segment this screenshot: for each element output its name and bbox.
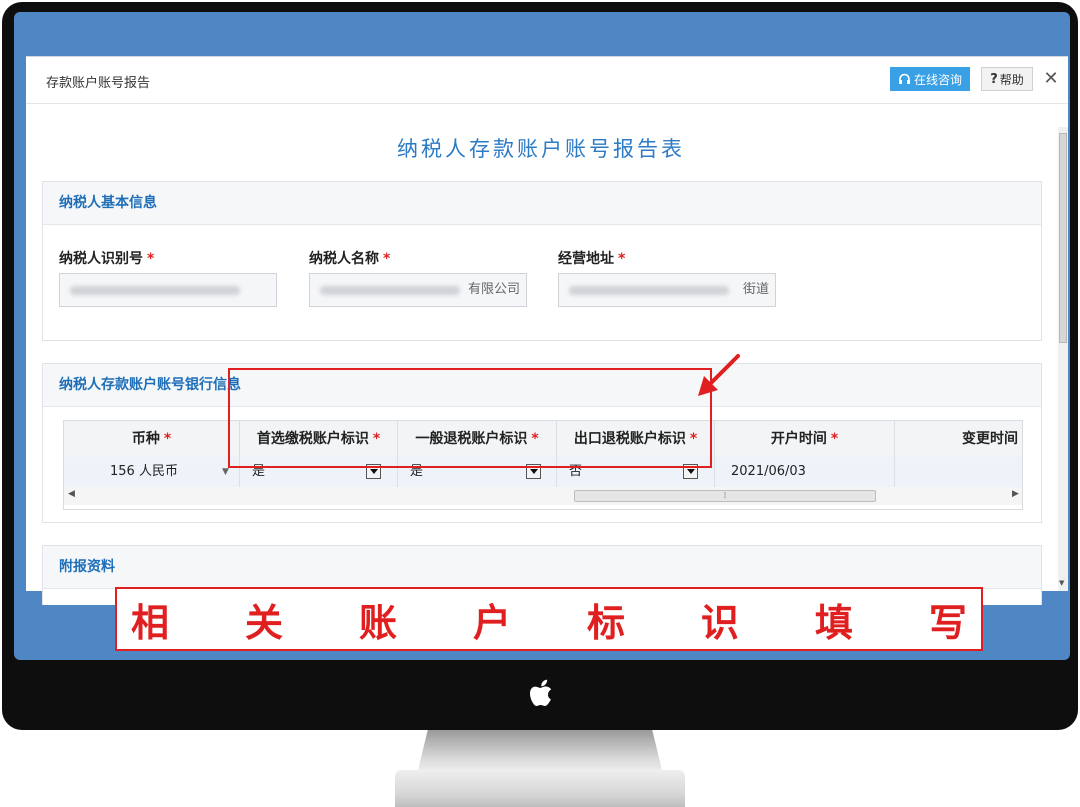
headset-icon — [898, 73, 910, 84]
caption-char: 识 — [700, 599, 739, 645]
scroll-down-icon[interactable]: ▼ — [1059, 579, 1064, 587]
scrollbar-thumb[interactable] — [1059, 133, 1067, 343]
column-header-open-date: 开户时间 * — [715, 421, 895, 457]
basic-info-header: 纳税人基本信息 — [43, 182, 1041, 225]
change-date-field[interactable] — [895, 457, 1022, 487]
screen: 存款账户账号报告 在线咨询 ? 帮助 ✕ 纳税人存款账户账号报告表 纳税人基本信… — [14, 12, 1070, 660]
horizontal-scrollbar[interactable]: ◀ ⁞ ▶ — [64, 487, 1022, 505]
open-date-field[interactable]: 2021/06/03 — [715, 457, 895, 487]
report-dialog: 存款账户账号报告 在线咨询 ? 帮助 ✕ 纳税人存款账户账号报告表 纳税人基本信… — [26, 56, 1068, 605]
caption-char: 账 — [358, 599, 397, 645]
column-header-change-date: 变更时间 — [962, 431, 1018, 447]
business-address-field[interactable]: 街道 — [558, 273, 776, 307]
attachments-header: 附报资料 — [43, 546, 1041, 589]
taxpayer-name-field[interactable]: 有限公司 — [309, 273, 527, 307]
taxpayer-id-field[interactable] — [59, 273, 277, 307]
caption-char: 填 — [814, 599, 853, 645]
monitor-frame: 存款账户账号报告 在线咨询 ? 帮助 ✕ 纳税人存款账户账号报告表 纳税人基本信… — [2, 2, 1078, 730]
column-header-currency: 币种 * — [64, 421, 240, 457]
caption-char: 关 — [244, 599, 283, 645]
question-icon: ? — [990, 71, 998, 87]
taxpayer-id-label: 纳税人识别号 * — [59, 251, 155, 267]
caption-char: 标 — [586, 599, 625, 645]
monitor-stand-base — [395, 770, 685, 807]
redacted-value — [70, 286, 240, 295]
business-address-label: 经营地址 * — [558, 251, 626, 267]
online-consult-label: 在线咨询 — [913, 72, 962, 87]
highlight-box — [228, 368, 712, 468]
report-title: 纳税人存款账户账号报告表 — [397, 137, 685, 161]
online-consult-button[interactable]: 在线咨询 — [890, 67, 970, 91]
caption-banner: 相 关 账 户 标 识 填 写 — [115, 587, 983, 651]
scroll-right-icon[interactable]: ▶ — [1012, 489, 1019, 499]
caption-char: 户 — [472, 599, 511, 645]
annotation-arrow-icon — [698, 354, 740, 396]
dialog-title: 存款账户账号报告 — [46, 76, 151, 91]
scrollbar-thumb[interactable]: ⁞ — [574, 490, 876, 502]
taxpayer-name-label: 纳税人名称 * — [309, 251, 391, 267]
currency-select[interactable]: 156 人民币 ▼ — [64, 457, 240, 487]
monitor-stand-neck — [418, 730, 662, 770]
help-label: 帮助 — [999, 72, 1024, 87]
dialog-titlebar: 存款账户账号报告 在线咨询 ? 帮助 ✕ — [26, 57, 1068, 104]
caption-char: 写 — [928, 599, 967, 645]
close-icon[interactable]: ✕ — [1040, 68, 1062, 90]
redacted-value — [569, 286, 729, 295]
basic-info-panel: 纳税人基本信息 纳税人识别号 * 纳税人名称 * 有限公司 经营地址 * 街道 — [42, 181, 1042, 341]
caption-char: 相 — [131, 599, 170, 645]
help-button[interactable]: ? 帮助 — [981, 67, 1033, 91]
redacted-value — [320, 286, 460, 295]
apple-logo-icon — [530, 679, 552, 706]
vertical-scrollbar[interactable]: ▼ — [1058, 127, 1068, 591]
scroll-left-icon[interactable]: ◀ — [68, 489, 75, 499]
